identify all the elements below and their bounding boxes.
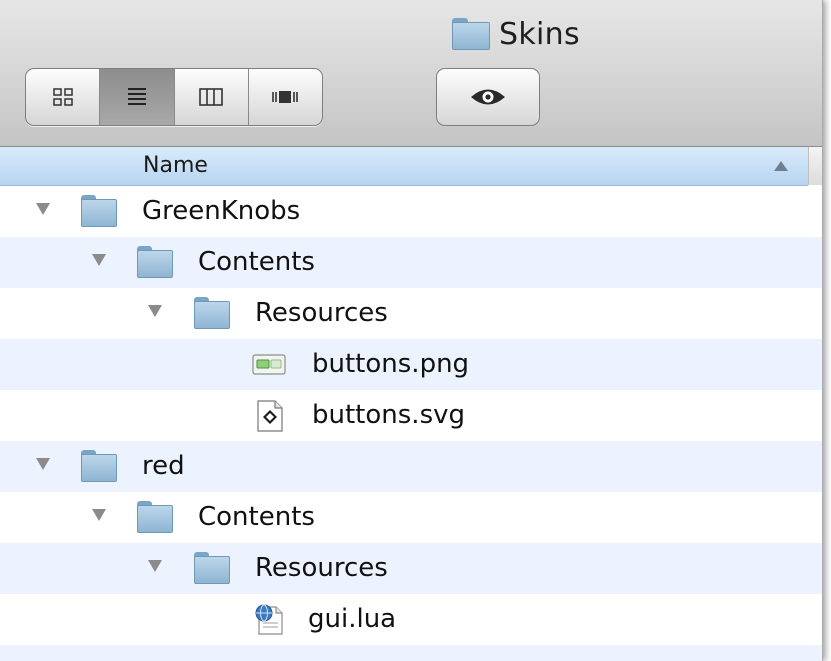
item-name: buttons.png	[312, 349, 470, 379]
quick-look-button[interactable]	[436, 68, 540, 126]
list-item[interactable]: Contents	[0, 237, 822, 288]
item-name: Contents	[198, 502, 315, 532]
window-title: Skins	[452, 14, 580, 54]
folder-icon	[194, 297, 230, 329]
icon-view-button[interactable]	[26, 69, 101, 125]
list-item[interactable]: buttons.png	[0, 339, 822, 390]
name-column-header[interactable]: Name	[0, 147, 808, 186]
disclosure-triangle-icon[interactable]	[92, 509, 106, 521]
disclosure-triangle-icon[interactable]	[92, 254, 106, 266]
list-item[interactable]: Contents	[0, 492, 822, 543]
column-view-button[interactable]	[175, 69, 249, 125]
folder-icon	[137, 501, 173, 533]
disclosure-triangle-icon[interactable]	[36, 458, 50, 470]
disclosure-triangle-icon[interactable]	[36, 203, 50, 215]
item-name: Resources	[255, 298, 388, 328]
sort-ascending-icon	[774, 161, 788, 171]
list-view-button[interactable]	[100, 69, 175, 125]
folder-icon	[452, 18, 490, 50]
eye-icon	[471, 89, 505, 105]
list-item[interactable]: gui.lua	[0, 594, 822, 645]
column-view-icon	[199, 88, 223, 106]
file-list: GreenKnobs Contents Resources buttons.pn…	[0, 186, 822, 661]
cover-flow-icon	[272, 91, 299, 103]
list-item[interactable]: buttons.svg	[0, 390, 822, 441]
view-mode-control	[25, 68, 323, 126]
list-view-icon	[127, 88, 146, 105]
folder-icon	[81, 195, 117, 227]
lua-file-icon	[251, 603, 287, 635]
item-name: red	[142, 451, 185, 481]
item-name: GreenKnobs	[142, 196, 301, 226]
finder-window: Skins Name GreenKnobs Contents Resources…	[0, 0, 823, 661]
item-name: buttons.svg	[312, 400, 466, 430]
item-name: gui.lua	[308, 604, 397, 634]
list-item[interactable]: red	[0, 441, 822, 492]
folder-icon	[81, 450, 117, 482]
cover-flow-button[interactable]	[249, 69, 322, 125]
svg-file-icon	[251, 399, 287, 432]
disclosure-triangle-icon[interactable]	[148, 305, 162, 317]
disclosure-triangle-icon[interactable]	[148, 560, 162, 572]
list-item[interactable]: Resources	[0, 288, 822, 339]
item-name: Resources	[255, 553, 388, 583]
folder-icon	[194, 552, 230, 584]
list-item[interactable]: GreenKnobs	[0, 186, 822, 237]
item-name: Contents	[198, 247, 315, 277]
toolbar: Skins	[0, 0, 822, 147]
icon-view-icon	[52, 88, 73, 106]
folder-icon	[137, 246, 173, 278]
list-item[interactable]: Resources	[0, 543, 822, 594]
empty-row	[0, 645, 822, 661]
header-end-cap	[808, 147, 822, 185]
png-file-icon	[251, 348, 287, 380]
window-title-text: Skins	[499, 16, 580, 52]
name-column-label: Name	[143, 153, 208, 178]
